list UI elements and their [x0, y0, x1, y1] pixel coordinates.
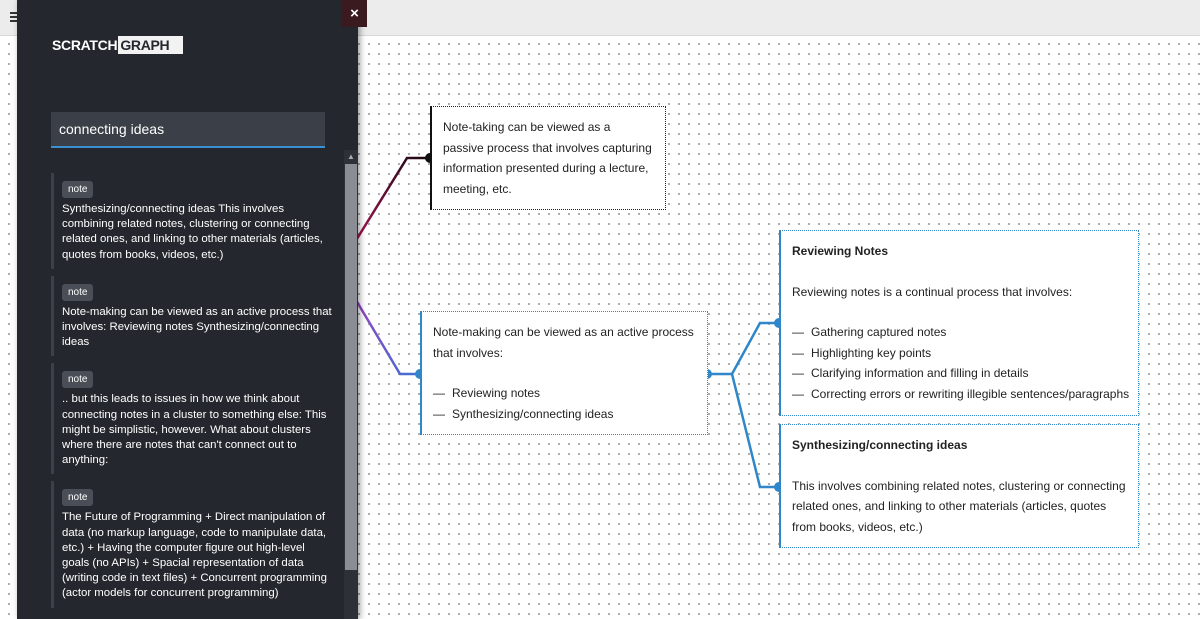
graph-node-reviewing-notes[interactable]: Reviewing Notes Reviewing notes is a con… — [779, 230, 1139, 416]
edge-to-synth-node — [730, 373, 779, 489]
search-result-item[interactable]: note The Future of Programming + Direct … — [51, 481, 341, 608]
close-button[interactable]: × — [342, 0, 367, 27]
note-tag-badge: note — [62, 283, 94, 301]
node-list-item: Highlighting key points — [792, 343, 1127, 364]
node-text: Reviewing notes is a continual process t… — [792, 284, 1073, 299]
edge-to-reviewing-node — [707, 321, 779, 376]
search-result-text: Synthesizing/connecting ideas This invol… — [62, 203, 323, 261]
logo-text-graph: GRAPH — [118, 36, 184, 54]
app-logo: SCRATCH GRAPH — [52, 36, 184, 54]
scrollbar-thumb[interactable] — [345, 164, 357, 570]
node-list-item: Synthesizing/connecting ideas — [433, 404, 696, 425]
search-result-text: The Future of Programming + Direct manip… — [62, 511, 327, 600]
graph-node-note-taking[interactable]: Note-taking can be viewed as a passive p… — [430, 106, 666, 210]
node-list-item: Correcting errors or rewriting illegible… — [792, 384, 1129, 405]
search-result-text: .. but this leads to issues in how we th… — [62, 393, 327, 467]
edge-to-passive-node — [348, 156, 430, 251]
node-text: Note-taking can be viewed as a passive p… — [443, 120, 652, 196]
logo-text-scratch: SCRATCH — [52, 37, 118, 53]
search-input[interactable] — [51, 112, 325, 148]
search-result-item[interactable]: note Note-making can be viewed as an act… — [51, 275, 341, 357]
edge-to-active-node — [348, 289, 420, 376]
node-text: This involves combining related notes, c… — [792, 478, 1126, 534]
search-result-item[interactable]: note Synthesizing/connecting ideas This … — [51, 173, 341, 269]
search-result-item[interactable]: note .. but this leads to issues in how … — [51, 363, 341, 475]
note-tag-badge: note — [62, 489, 94, 507]
results-scrollbar[interactable]: ▲ — [344, 150, 358, 619]
search-sidebar: × SCRATCH GRAPH note Synthesizing/connec… — [17, 0, 367, 619]
node-title: Reviewing Notes — [792, 244, 889, 258]
note-tag-badge: note — [62, 181, 94, 198]
node-list-item: Gathering captured notes — [792, 322, 1127, 343]
scroll-up-icon[interactable]: ▲ — [344, 150, 358, 163]
search-result-text: Note-making can be viewed as an active p… — [62, 305, 332, 349]
note-tag-badge: note — [62, 371, 94, 389]
graph-node-synthesizing[interactable]: Synthesizing/connecting ideas This invol… — [779, 424, 1139, 548]
node-list-item: Reviewing notes — [433, 383, 696, 404]
node-text: Note-making can be viewed as an active p… — [433, 325, 694, 360]
search-results-list: note Synthesizing/connecting ideas This … — [51, 173, 341, 619]
graph-node-note-making[interactable]: Note-making can be viewed as an active p… — [420, 311, 708, 435]
node-list-item: Clarifying information and filling in de… — [792, 363, 1127, 384]
node-title: Synthesizing/connecting ideas — [792, 438, 968, 452]
